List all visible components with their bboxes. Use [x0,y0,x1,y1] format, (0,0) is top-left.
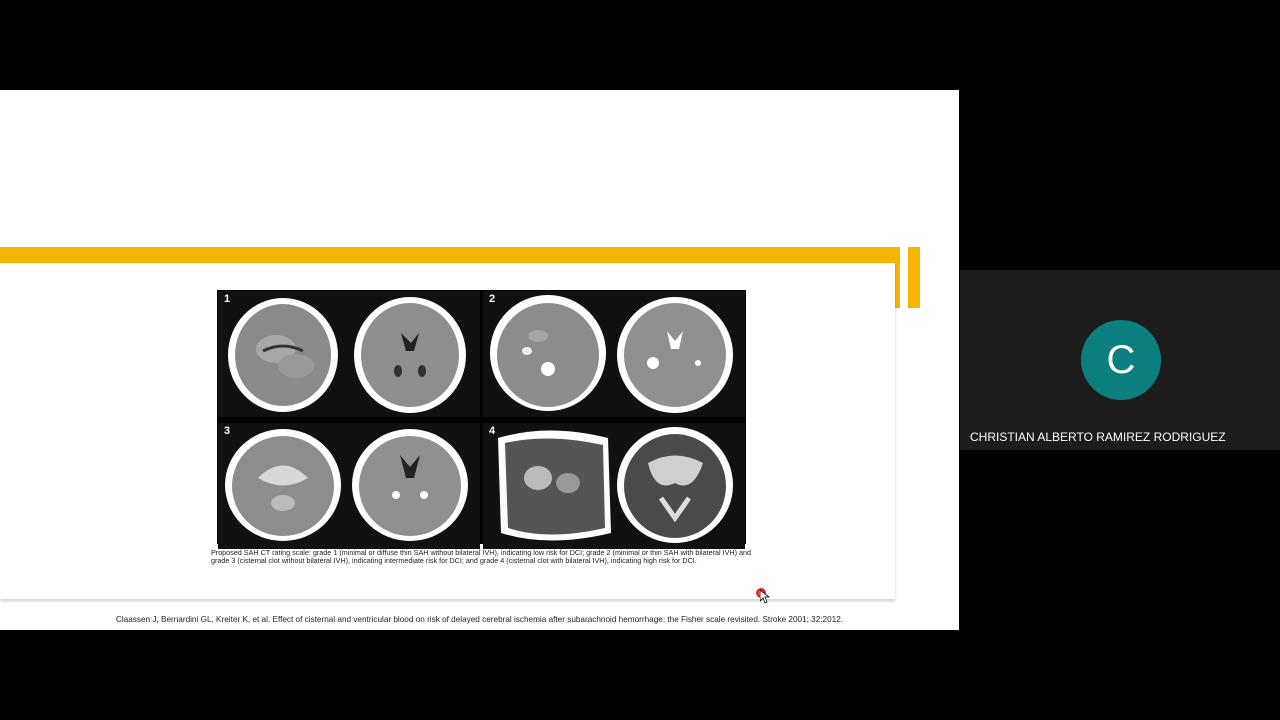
ct-scan-image [228,297,466,413]
panel-number: 4 [489,425,496,437]
ct-panel-grade-4: 4 [483,423,745,549]
panel-number: 3 [224,425,231,437]
ct-scan-image [490,295,733,413]
panel-number: 1 [224,293,231,305]
ct-scan-image [498,427,733,543]
screen-share-area: 1 2 3 4 Proposed SAH CT rating scale: gr… [0,0,960,720]
ct-panel-grade-2: 2 [483,291,745,417]
participant-video-tile[interactable]: C CHRISTIAN ALBERTO RAMIREZ RODRIGUEZ [960,270,1280,450]
slide-accent-bar [0,247,900,263]
presentation-slide: 1 2 3 4 Proposed SAH CT rating scale: gr… [0,90,959,630]
ct-scan-image [225,429,468,541]
figure-caption: Proposed SAH CT rating scale: grade 1 (m… [211,548,751,565]
mouse-cursor-icon [760,590,770,604]
participant-name: CHRISTIAN ALBERTO RAMIREZ RODRIGUEZ [970,430,1226,444]
slide-citation: Claassen J, Bernardini GL, Kreiter K, et… [115,615,844,624]
panel-number: 2 [489,293,496,305]
ct-scan-figure: 1 2 3 4 [217,290,746,549]
ct-panel-grade-3: 3 [218,423,480,549]
ct-panel-grade-1: 1 [218,291,480,417]
slide-accent-stripe [908,247,920,308]
participant-avatar: C [1081,320,1161,400]
